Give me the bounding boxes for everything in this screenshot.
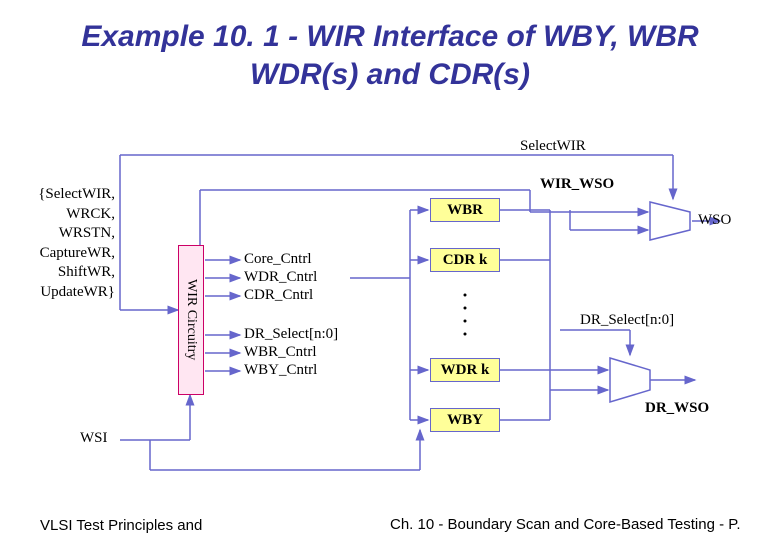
page-title: Example 10. 1 - WIR Interface of WBY, WB… bbox=[0, 0, 780, 93]
label-selectwir: SelectWIR bbox=[520, 138, 586, 155]
label-wbr-cntrl: WBR_Cntrl bbox=[244, 344, 317, 361]
label-signal-group: {SelectWIR, WRCK, WRSTN, CaptureWR, Shif… bbox=[30, 185, 115, 302]
diagram-canvas: SelectWIR {SelectWIR, WRCK, WRSTN, Captu… bbox=[50, 130, 730, 480]
wiring-svg bbox=[50, 130, 730, 490]
block-wdrk: WDR k bbox=[430, 358, 500, 382]
label-dr-select-mux: DR_Select[n:0] bbox=[580, 312, 674, 329]
label-wsi: WSI bbox=[80, 430, 108, 447]
label-wir-wso: WIR_WSO bbox=[540, 176, 614, 193]
footer-right: Ch. 10 - Boundary Scan and Core-Based Te… bbox=[390, 516, 741, 534]
label-dr-wso: DR_WSO bbox=[645, 400, 709, 417]
block-wbr: WBR bbox=[430, 198, 500, 222]
footer-left: VLSI Test Principles and bbox=[40, 517, 202, 534]
label-core-cntrl: Core_Cntrl bbox=[244, 251, 312, 268]
label-drselect: DR_Select[n:0] bbox=[244, 326, 338, 343]
label-wdr-cntrl: WDR_Cntrl bbox=[244, 269, 317, 286]
label-cdr-cntrl: CDR_Cntrl bbox=[244, 287, 313, 304]
block-cdrk: CDR k bbox=[430, 248, 500, 272]
label-wby-cntrl: WBY_Cntrl bbox=[244, 362, 317, 379]
block-wby: WBY bbox=[430, 408, 500, 432]
block-wir-circuitry: WIR Circuitry bbox=[178, 245, 204, 395]
label-wso: WSO bbox=[698, 212, 731, 229]
